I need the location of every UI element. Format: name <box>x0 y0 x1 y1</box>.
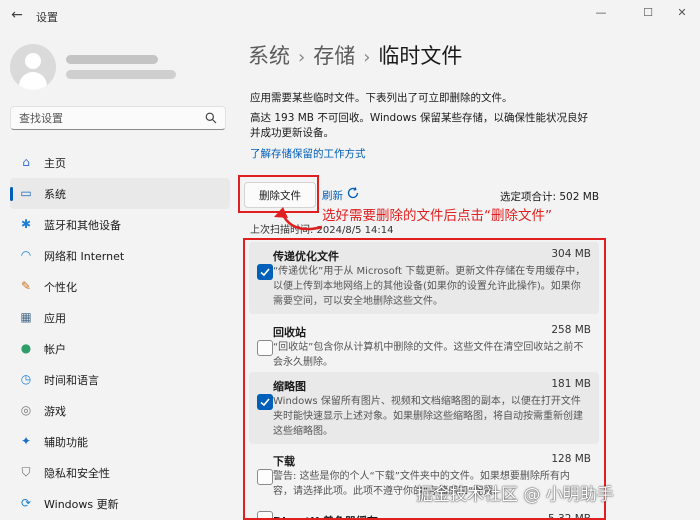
sidebar-item-label: 蓝牙和其他设备 <box>44 219 121 232</box>
annotation-callout: 选好需要删除的文件后点击“删除文件” <box>322 208 552 224</box>
file-category-item[interactable]: 回收站 258 MB “回收站”包含你从计算机中删除的文件。这些文件在清空回收站之前… <box>249 318 599 368</box>
sidebar-item-label: 应用 <box>44 312 66 325</box>
system-icon: ▭ <box>20 186 32 200</box>
shield-icon: ⛉ <box>21 465 31 479</box>
file-category-size: 304 MB <box>551 248 591 260</box>
sidebar-item[interactable]: ● 帐户 <box>10 333 230 364</box>
file-category-item[interactable]: 传递优化文件 304 MB “传递优化”用于从 Microsoft 下载更新。更新文… <box>249 242 599 314</box>
sidebar-item-label: 主页 <box>44 157 66 170</box>
watermark: 掘金技术社区 @ 小明助手 <box>416 485 614 505</box>
file-category-title: 下载 <box>273 455 295 468</box>
bluetooth-icon: ✱ <box>20 217 32 231</box>
sidebar-item-label: 帐户 <box>44 343 66 356</box>
sidebar-item[interactable]: ⟳ Windows 更新 <box>10 488 230 519</box>
refresh-link[interactable]: 刷新 <box>322 188 343 203</box>
settings-search <box>10 106 226 130</box>
checkmark-icon <box>260 268 270 277</box>
sidebar-item[interactable]: ✦ 辅助功能 <box>10 426 230 457</box>
annotation-arrow <box>274 207 323 231</box>
file-category-item[interactable]: DirectX 着色器缓存 5.32 MB <box>249 507 599 520</box>
sidebar-item-label: 网络和 Internet <box>44 250 125 263</box>
page-title: 临时文件 <box>378 44 463 68</box>
checkbox-unchecked[interactable] <box>257 511 273 518</box>
file-category-size: 181 MB <box>551 378 591 390</box>
refresh-icon[interactable] <box>346 186 360 200</box>
user-profile[interactable] <box>10 44 230 90</box>
file-category-description: Windows 保留所有图片、视频和文档缩略图的副本，以便在打开文件夹时能快速显… <box>273 396 583 437</box>
file-category-title: 传递优化文件 <box>273 250 339 263</box>
gamepad-icon: ◎ <box>20 403 32 417</box>
sidebar-item[interactable]: ✱ 蓝牙和其他设备 <box>10 209 230 240</box>
sidebar-item[interactable]: ◠ 网络和 Internet <box>10 240 230 271</box>
file-category-description: “传递优化”用于从 Microsoft 下载更新。更新文件存储在专用缓存中，以便… <box>273 266 586 307</box>
blurred-email <box>66 70 176 79</box>
search-icon[interactable] <box>205 112 217 124</box>
file-category-title: 缩略图 <box>273 380 306 393</box>
intro-text-3: 并成功更新设备。 <box>250 127 334 139</box>
checkbox-unchecked[interactable] <box>257 340 273 356</box>
sidebar-item-label: 系统 <box>44 188 66 201</box>
sidebar-item-label: 辅助功能 <box>44 436 88 449</box>
sidebar-item-label: 游戏 <box>44 405 66 418</box>
breadcrumb-separator: › <box>298 47 306 68</box>
file-category-title: DirectX 着色器缓存 <box>273 513 378 518</box>
breadcrumb-system[interactable]: 系统 <box>248 44 290 68</box>
close-button[interactable]: ✕ <box>665 3 699 23</box>
update-icon: ⟳ <box>20 496 32 510</box>
apps-icon: ▦ <box>20 310 32 324</box>
wifi-icon: ◠ <box>20 248 32 262</box>
title-bar: ← 设置 — ☐ ✕ <box>0 0 700 32</box>
intro-text-2: 高达 193 MB 不可回收。Windows 保留某些存储，以确保性能状况良好 <box>250 112 589 124</box>
sidebar-item[interactable]: ✎ 个性化 <box>10 271 230 302</box>
file-category-size: 128 MB <box>551 453 591 465</box>
back-arrow-icon[interactable]: ← <box>8 6 26 24</box>
breadcrumb-storage[interactable]: 存储 <box>313 44 355 68</box>
file-category-description: “回收站”包含你从计算机中删除的文件。这些文件在清空回收站之前不会永久删除。 <box>273 342 584 368</box>
file-category-size: 258 MB <box>551 324 591 336</box>
sidebar-item[interactable]: ◎ 游戏 <box>10 395 230 426</box>
storage-reserve-link[interactable]: 了解存储保留的工作方式 <box>250 146 366 161</box>
search-input[interactable] <box>11 107 191 129</box>
file-category-size: 5.32 MB <box>548 513 591 520</box>
accessibility-icon: ✦ <box>20 434 32 448</box>
checkmark-icon <box>260 398 270 407</box>
sidebar-item-label: 时间和语言 <box>44 374 99 387</box>
sidebar-item[interactable]: ⌂ 主页 <box>10 147 230 178</box>
globe-clock-icon: ◷ <box>20 372 32 386</box>
sidebar-item-label: 个性化 <box>44 281 77 294</box>
minimize-button[interactable]: — <box>584 3 618 23</box>
checkbox-checked[interactable] <box>257 264 273 280</box>
intro-text-1: 应用需要某些临时文件。下表列出了可立即删除的文件。 <box>250 92 513 104</box>
sidebar-item[interactable]: ▦ 应用 <box>10 302 230 333</box>
avatar <box>10 44 56 90</box>
blurred-username <box>66 55 158 64</box>
checkbox-unchecked[interactable] <box>257 469 273 485</box>
sidebar-item-label: 隐私和安全性 <box>44 467 110 480</box>
sidebar-item[interactable]: ▭ 系统 <box>10 178 230 209</box>
file-category-item[interactable]: 缩略图 181 MB Windows 保留所有图片、视频和文档缩略图的副本，以便在打… <box>249 372 599 444</box>
sidebar-nav: ⌂ 主页 ▭ 系统 ✱ 蓝牙和其他设备 ◠ 网络和 Internet ✎ 个性化 ▦ 应用 ● 帐户 ◷ 时间… <box>10 147 230 519</box>
maximize-button[interactable]: ☐ <box>631 3 665 23</box>
sidebar-item-label: Windows 更新 <box>44 498 119 511</box>
home-icon: ⌂ <box>22 155 30 169</box>
app-title: 设置 <box>36 11 58 24</box>
breadcrumb-separator: › <box>363 47 371 68</box>
brush-icon: ✎ <box>20 279 32 293</box>
account-icon: ● <box>20 341 32 355</box>
total-selected: 选定项合计: 502 MB <box>500 191 600 203</box>
temp-files-list: 传递优化文件 304 MB “传递优化”用于从 Microsoft 下载更新。更新文… <box>243 238 606 520</box>
sidebar-item[interactable]: ◷ 时间和语言 <box>10 364 230 395</box>
sidebar-item[interactable]: ⛉ 隐私和安全性 <box>10 457 230 488</box>
checkbox-checked[interactable] <box>257 394 273 410</box>
breadcrumb: 系统 › 存储 › 临时文件 <box>248 40 462 70</box>
file-category-title: 回收站 <box>273 326 306 339</box>
